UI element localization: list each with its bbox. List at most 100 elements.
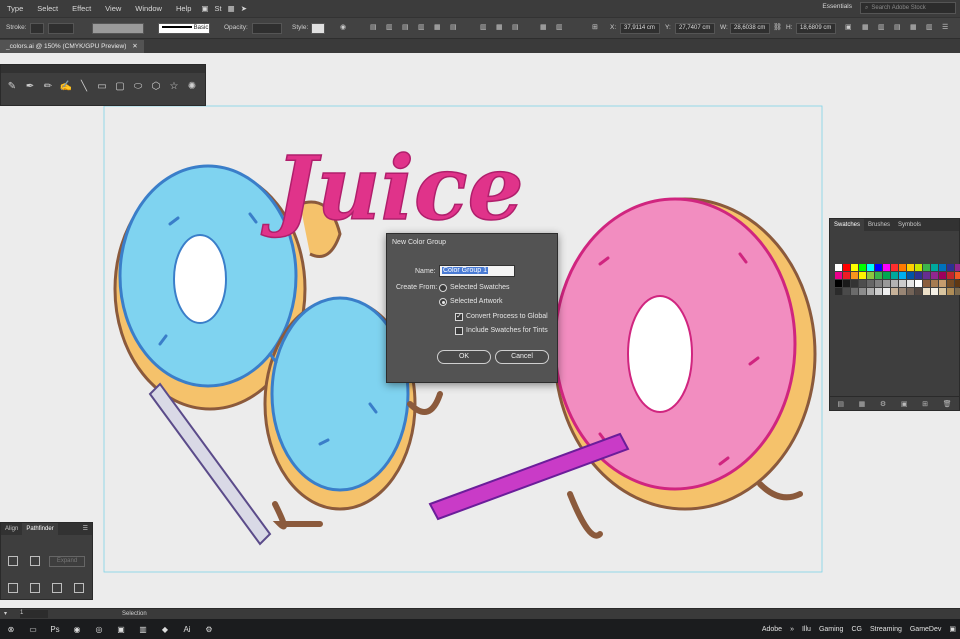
swatch-1[interactable] [843,264,850,271]
current-tool-status[interactable]: Selection [122,611,147,617]
swatch-32[interactable] [835,280,842,287]
swatch-24[interactable] [899,272,906,279]
swatch-62[interactable] [947,288,954,295]
swatch-36[interactable] [867,280,874,287]
cancel-button[interactable]: Cancel [495,350,549,364]
swatch-22[interactable] [883,272,890,279]
distribute-vertical-icon[interactable]: ▤ [512,23,524,35]
opacity-field[interactable] [252,23,282,34]
eyedropper-icon[interactable]: ✎ [5,79,19,93]
swatch-14[interactable] [947,264,954,271]
swatch-51[interactable] [859,288,866,295]
panel-icon-2[interactable]: ▥ [878,23,890,35]
illustrator-icon[interactable]: Ai [178,622,196,636]
toolbar-adobe[interactable]: Adobe [762,626,782,633]
swatch-8[interactable] [899,264,906,271]
align-left-icon[interactable]: ▤ [370,23,382,35]
swatch-33[interactable] [843,280,850,287]
swatch-0[interactable] [835,264,842,271]
swatch-57[interactable] [907,288,914,295]
document-tab[interactable]: _colors.ai @ 150% (CMYK/GPU Preview) ✕ [0,40,144,53]
name-input[interactable]: Color Group 1 [439,265,515,277]
toolbar-cg[interactable]: CG [851,626,862,633]
swatch-63[interactable] [955,288,960,295]
zoom-menu-icon[interactable]: ▾ [4,610,7,617]
transform-grid-icon[interactable]: ▦ [540,23,552,35]
swatch-10[interactable] [915,264,922,271]
xbox-icon[interactable]: ⊗ [2,622,20,636]
distribute-icon[interactable]: ▥ [480,23,492,35]
swatch-53[interactable] [875,288,882,295]
pen-icon[interactable]: ✒ [23,79,37,93]
swatch-23[interactable] [891,272,898,279]
notification-icon[interactable]: ▣ [949,625,956,633]
swatch-29[interactable] [939,272,946,279]
swatch-49[interactable] [843,288,850,295]
selected-artwork-radio[interactable] [439,298,447,306]
new-swatch-icon[interactable]: ⊞ [922,400,928,408]
swatch-44[interactable] [931,280,938,287]
swatch-55[interactable] [891,288,898,295]
swatch-61[interactable] [939,288,946,295]
swatch-60[interactable] [931,288,938,295]
swatch-58[interactable] [915,288,922,295]
panel-icon[interactable]: ▦ [862,23,874,35]
swatch-11[interactable] [923,264,930,271]
expand-button[interactable]: Expand [49,556,85,567]
app-icon[interactable]: ▣ [112,622,130,636]
tab-brushes[interactable]: Brushes [864,219,894,231]
stock-search-box[interactable]: ⌕ Search Adobe Stock [860,2,956,14]
swatch-54[interactable] [883,288,890,295]
swatch-40[interactable] [899,280,906,287]
app-icon-4[interactable]: ⚙ [200,622,218,636]
convert-process-checkbox[interactable]: ✓ [455,313,463,321]
menu-effect[interactable]: Effect [65,4,98,13]
unite-icon[interactable] [8,556,18,566]
swatch-3[interactable] [859,264,866,271]
panel-menu-icon[interactable]: ☰ [79,523,92,535]
tab-pathfinder[interactable]: Pathfinder [22,523,58,535]
transform-menu-icon[interactable]: ▥ [556,23,568,35]
align-right-icon[interactable]: ▤ [402,23,414,35]
bridge-icon[interactable]: ▣ [198,4,211,13]
align-middle-icon[interactable]: ▦ [434,23,446,35]
swatch-34[interactable] [851,280,858,287]
polygon-icon[interactable]: ⬡ [149,79,163,93]
workspace-switcher[interactable]: Essentials [822,3,852,10]
swatch-20[interactable] [867,272,874,279]
swatch-50[interactable] [851,288,858,295]
variable-width-profile[interactable] [92,23,144,34]
panel-grip[interactable] [1,65,205,73]
menu-view[interactable]: View [98,4,128,13]
tab-align[interactable]: Align [1,523,22,535]
toolbar-chevron[interactable]: » [790,626,794,633]
x-field[interactable]: 37,9114 cm [620,23,660,34]
swatch-37[interactable] [875,280,882,287]
app-icon-2[interactable]: ▥ [134,622,152,636]
ok-button[interactable]: OK [437,350,491,364]
swatch-19[interactable] [859,272,866,279]
stroke-dropdown[interactable] [48,23,74,34]
swatch-31[interactable] [955,272,960,279]
crop-icon[interactable] [74,583,84,593]
ellipse-icon[interactable]: ⬭ [131,79,145,93]
panel-icon-3[interactable]: ▤ [894,23,906,35]
swatch-43[interactable] [923,280,930,287]
chrome-icon[interactable]: ◉ [68,622,86,636]
menu-window[interactable]: Window [128,4,169,13]
swatch-41[interactable] [907,280,914,287]
tab-symbols[interactable]: Symbols [894,219,925,231]
steam-icon[interactable]: ◎ [90,622,108,636]
graphic-style-swatch[interactable] [311,23,325,34]
flare-icon[interactable]: ✺ [185,79,199,93]
selected-swatches-radio[interactable] [439,284,447,292]
swatch-56[interactable] [899,288,906,295]
isolate-icon[interactable]: ▣ [845,23,857,35]
swatch-18[interactable] [851,272,858,279]
opacity-label[interactable]: Opacity: [224,24,248,31]
folder-icon[interactable]: ▭ [24,622,42,636]
align-center-icon[interactable]: ▥ [386,23,398,35]
constrain-proportions-icon[interactable]: ⛓ [773,23,785,35]
swatch-46[interactable] [947,280,954,287]
swatch-13[interactable] [939,264,946,271]
